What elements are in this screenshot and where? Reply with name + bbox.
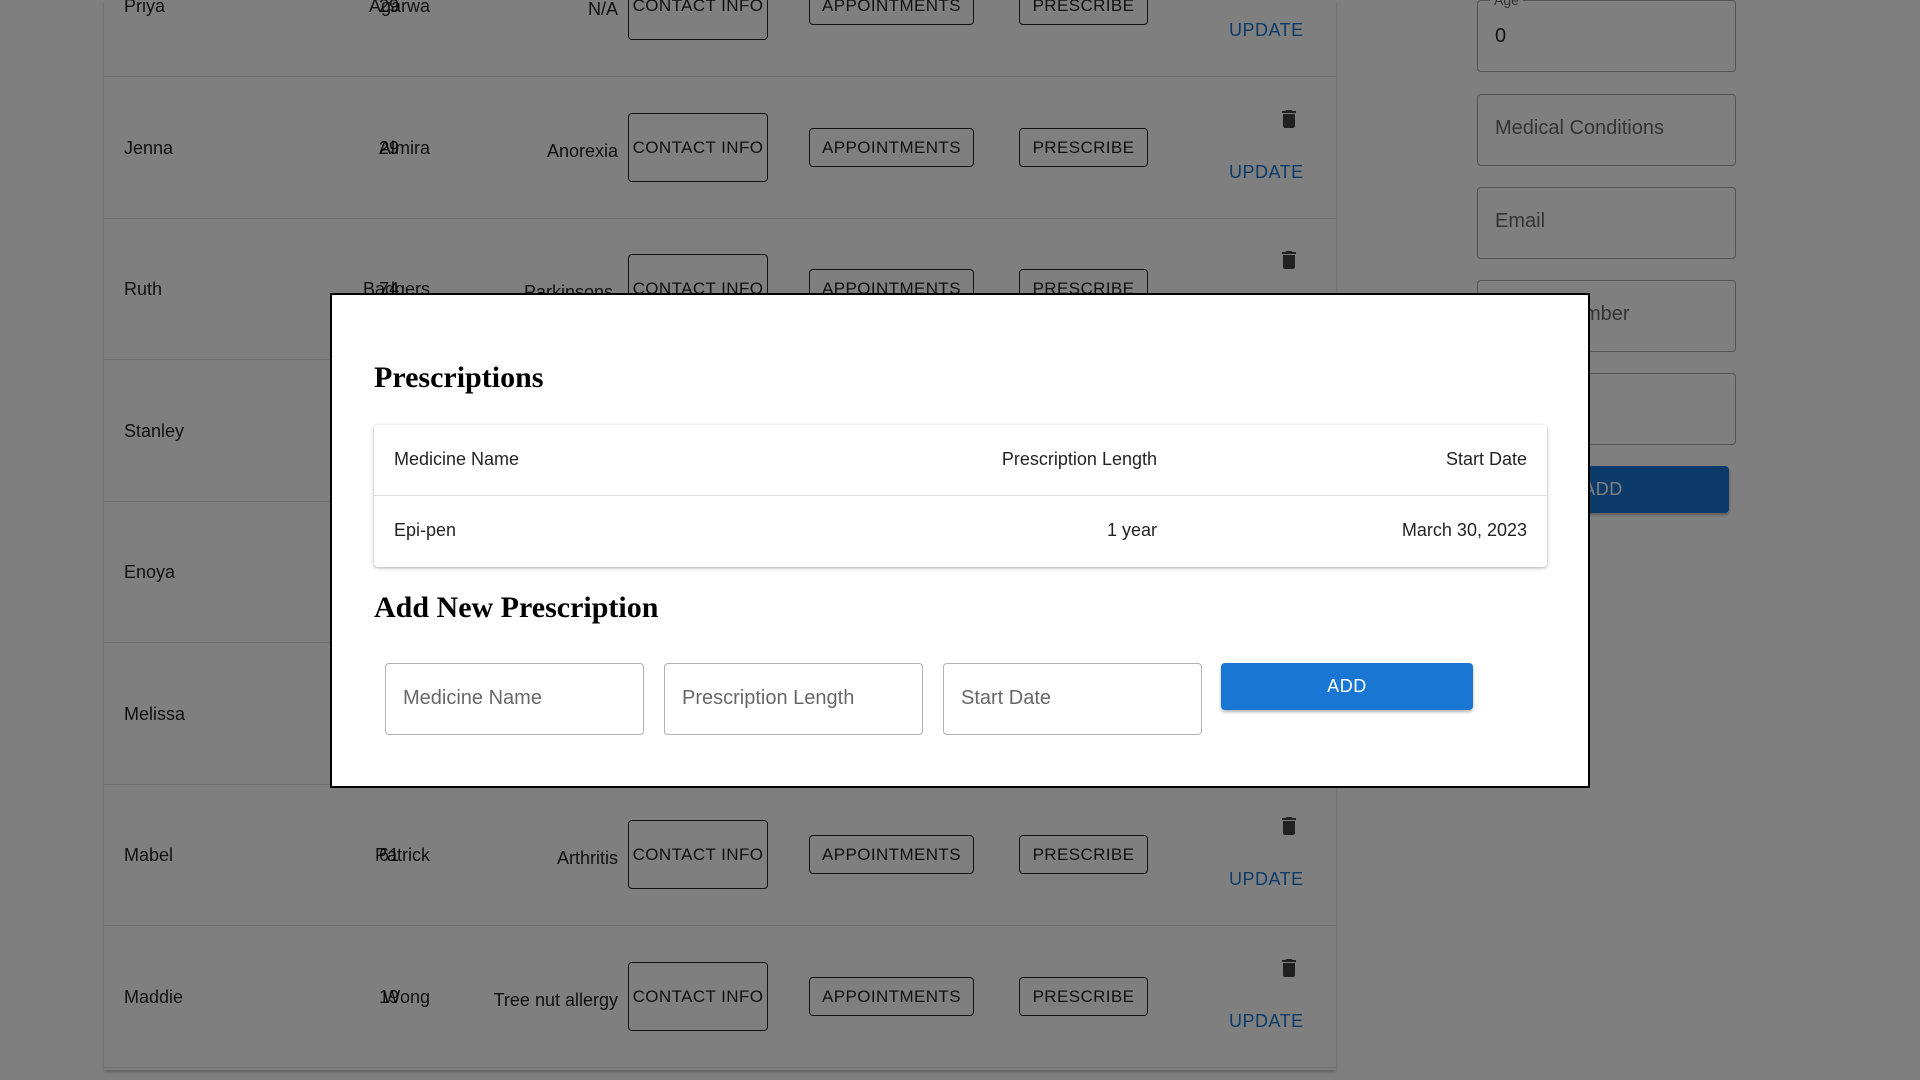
cell-medicine-name: Epi-pen	[394, 520, 457, 540]
modal-title: Prescriptions	[374, 361, 544, 394]
header-medicine-name: Medicine Name	[394, 449, 520, 469]
prescription-length-input[interactable]: Prescription Length	[664, 663, 923, 735]
cell-start-date: March 30, 2023	[1401, 520, 1527, 540]
prescriptions-modal: Prescriptions Medicine Name Prescription…	[330, 293, 1590, 788]
cell-prescription-length: 1 year	[1106, 520, 1157, 540]
add-prescription-title: Add New Prescription	[374, 591, 659, 624]
medicine-name-placeholder: Medicine Name	[403, 687, 542, 709]
table-header-row: Medicine Name Prescription Length Start …	[374, 425, 1547, 496]
medicine-name-input[interactable]: Medicine Name	[385, 663, 644, 735]
start-date-placeholder: Start Date	[961, 687, 1052, 709]
table-row: Epi-pen 1 year March 30, 2023	[374, 496, 1547, 567]
header-prescription-length: Prescription Length	[1001, 449, 1157, 469]
start-date-input[interactable]: Start Date	[943, 663, 1202, 735]
header-start-date: Start Date	[1445, 449, 1527, 469]
prescription-length-placeholder: Prescription Length	[682, 687, 855, 709]
add-prescription-button[interactable]: ADD	[1221, 663, 1473, 710]
prescriptions-table: Medicine Name Prescription Length Start …	[374, 425, 1547, 567]
